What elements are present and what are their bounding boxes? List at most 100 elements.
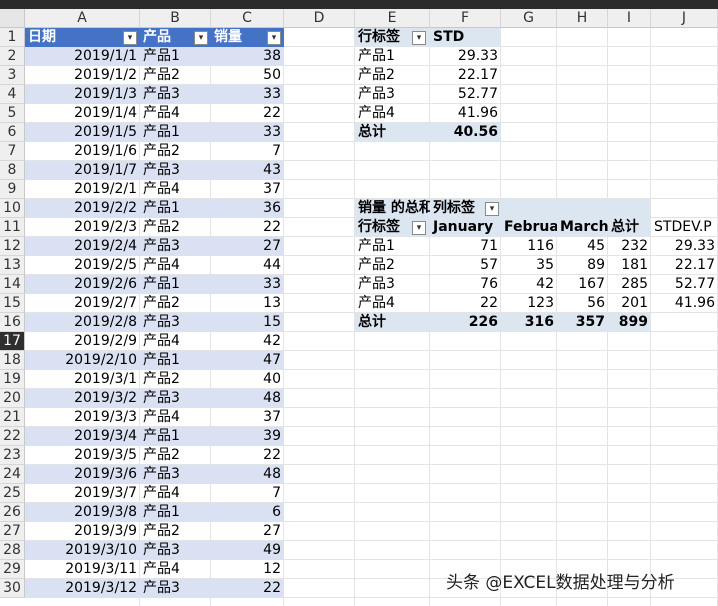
table-cell[interactable]: 2019/2/2 [25, 199, 140, 218]
column-header-c[interactable]: C [211, 9, 284, 28]
row-header-27[interactable]: 27 [0, 522, 25, 541]
pivot-total-value[interactable]: 226 [430, 313, 501, 332]
table-cell[interactable]: 37 [211, 408, 284, 427]
row-header-5[interactable]: 5 [0, 104, 25, 123]
table-cell[interactable]: 2019/2/8 [25, 313, 140, 332]
table-cell[interactable]: 产品4 [140, 408, 211, 427]
table-cell[interactable]: 产品1 [140, 199, 211, 218]
table-cell[interactable]: 2019/1/5 [25, 123, 140, 142]
row-header-14[interactable]: 14 [0, 275, 25, 294]
filter-dropdown-icon[interactable]: ▾ [194, 31, 208, 45]
table-cell[interactable]: 33 [211, 123, 284, 142]
pivot-value[interactable]: 45 [557, 237, 608, 256]
pivot-row-label[interactable]: 产品4 [355, 294, 430, 313]
column-header-j[interactable]: J [651, 9, 718, 28]
pivot-column-label-header[interactable]: 列标签 ▾ [430, 199, 651, 218]
table-cell[interactable]: 2019/3/3 [25, 408, 140, 427]
column-header-e[interactable]: E [355, 9, 430, 28]
table-cell[interactable]: 2019/1/2 [25, 66, 140, 85]
pivot-row-label[interactable]: 产品2 [355, 66, 430, 85]
filter-dropdown-icon[interactable]: ▾ [412, 221, 426, 235]
table-cell[interactable]: 33 [211, 85, 284, 104]
table-cell[interactable]: 2019/2/10 [25, 351, 140, 370]
table-cell[interactable]: 2019/3/9 [25, 522, 140, 541]
table-cell[interactable]: 2019/2/4 [25, 237, 140, 256]
filter-dropdown-icon[interactable]: ▾ [267, 31, 281, 45]
pivot-value[interactable]: 181 [608, 256, 651, 275]
row-header-20[interactable]: 20 [0, 389, 25, 408]
table-header-cell[interactable]: 产品 ▾ [140, 28, 211, 47]
table-cell[interactable]: 产品2 [140, 218, 211, 237]
table-header-cell[interactable]: 销量 ▾ [211, 28, 284, 47]
table-cell[interactable]: 产品2 [140, 522, 211, 541]
pivot-total-label[interactable]: 总计 [355, 123, 430, 142]
table-cell[interactable]: 2019/3/11 [25, 560, 140, 579]
pivot-row-label[interactable]: 产品2 [355, 256, 430, 275]
row-header-8[interactable]: 8 [0, 161, 25, 180]
table-cell[interactable]: 15 [211, 313, 284, 332]
pivot-value[interactable]: 22 [430, 294, 501, 313]
row-header-12[interactable]: 12 [0, 237, 25, 256]
pivot-value[interactable]: 41.96 [430, 104, 501, 123]
filter-dropdown-icon[interactable]: ▾ [485, 202, 499, 216]
filter-dropdown-icon[interactable]: ▾ [123, 31, 137, 45]
table-cell[interactable]: 产品4 [140, 560, 211, 579]
column-header-f[interactable]: F [430, 9, 501, 28]
pivot-total-value[interactable]: 357 [557, 313, 608, 332]
row-header-29[interactable]: 29 [0, 560, 25, 579]
table-cell[interactable]: 2019/2/5 [25, 256, 140, 275]
table-cell[interactable]: 7 [211, 484, 284, 503]
table-cell[interactable]: 产品1 [140, 275, 211, 294]
pivot-value[interactable]: 116 [501, 237, 557, 256]
table-cell[interactable]: 2019/3/7 [25, 484, 140, 503]
pivot-value-header[interactable]: STD [430, 28, 501, 47]
table-cell[interactable]: 2019/2/1 [25, 180, 140, 199]
pivot-value[interactable]: 232 [608, 237, 651, 256]
table-cell[interactable]: 2019/3/2 [25, 389, 140, 408]
row-header-11[interactable]: 11 [0, 218, 25, 237]
table-cell[interactable]: 7 [211, 142, 284, 161]
table-cell[interactable]: 2019/1/3 [25, 85, 140, 104]
row-header-26[interactable]: 26 [0, 503, 25, 522]
row-header-17[interactable]: 17 [0, 332, 25, 351]
table-cell[interactable]: 42 [211, 332, 284, 351]
pivot-extra-header[interactable]: STDEV.P [651, 218, 718, 237]
table-cell[interactable]: 产品3 [140, 313, 211, 332]
pivot-column-header[interactable]: January [430, 218, 501, 237]
table-cell[interactable]: 产品2 [140, 446, 211, 465]
table-cell[interactable]: 产品1 [140, 503, 211, 522]
pivot-column-header[interactable]: 总计 [608, 218, 651, 237]
row-header-25[interactable]: 25 [0, 484, 25, 503]
select-all-corner[interactable] [0, 9, 25, 28]
table-cell[interactable]: 2019/3/1 [25, 370, 140, 389]
pivot-value[interactable]: 52.77 [651, 275, 718, 294]
table-cell[interactable]: 产品1 [140, 123, 211, 142]
pivot-value[interactable]: 35 [501, 256, 557, 275]
table-cell[interactable]: 产品2 [140, 294, 211, 313]
pivot-row-label[interactable]: 产品1 [355, 237, 430, 256]
table-cell[interactable]: 2019/1/7 [25, 161, 140, 180]
table-cell[interactable]: 产品3 [140, 237, 211, 256]
table-cell[interactable]: 产品1 [140, 427, 211, 446]
row-header-23[interactable]: 23 [0, 446, 25, 465]
table-cell[interactable]: 43 [211, 161, 284, 180]
table-cell[interactable]: 2019/3/12 [25, 579, 140, 598]
table-cell[interactable]: 产品2 [140, 142, 211, 161]
pivot-value[interactable]: 52.77 [430, 85, 501, 104]
table-cell[interactable]: 产品2 [140, 370, 211, 389]
row-header-22[interactable]: 22 [0, 427, 25, 446]
table-cell[interactable]: 38 [211, 47, 284, 66]
row-header-30[interactable]: 30 [0, 579, 25, 598]
table-cell[interactable]: 50 [211, 66, 284, 85]
table-cell[interactable]: 产品2 [140, 66, 211, 85]
table-cell[interactable]: 产品4 [140, 180, 211, 199]
pivot-value[interactable]: 57 [430, 256, 501, 275]
table-cell[interactable]: 2019/3/5 [25, 446, 140, 465]
column-header-a[interactable]: A [25, 9, 140, 28]
pivot-value[interactable]: 29.33 [430, 47, 501, 66]
row-header-1[interactable]: 1 [0, 28, 25, 47]
table-cell[interactable]: 44 [211, 256, 284, 275]
table-header-cell[interactable]: 日期 ▾ [25, 28, 140, 47]
table-cell[interactable]: 22 [211, 218, 284, 237]
table-cell[interactable]: 6 [211, 503, 284, 522]
